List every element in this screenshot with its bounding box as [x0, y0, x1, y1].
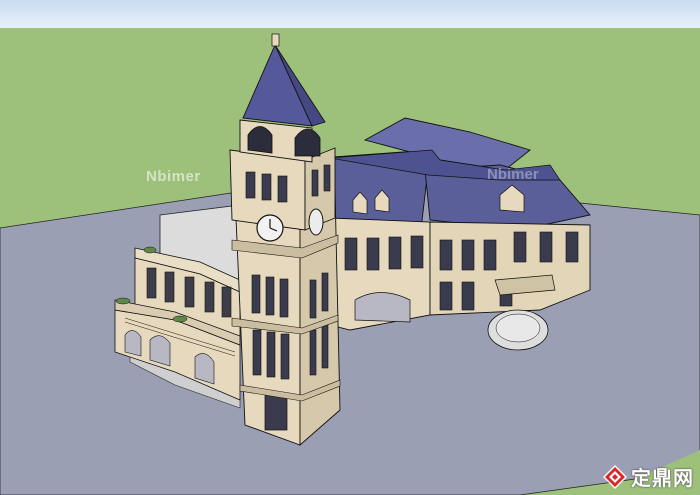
building-scene[interactable] [0, 0, 700, 495]
planter-mid [172, 315, 188, 323]
model-viewport[interactable]: Nbimer Nbimer 定鼎网 [0, 0, 700, 495]
planter-top [143, 246, 157, 254]
clock-face-side-icon [308, 208, 324, 236]
diamond-logo-icon [603, 464, 627, 489]
spire-finial [271, 33, 280, 47]
logo-text: 定鼎网 [631, 468, 694, 490]
entrance-step-inner [495, 313, 541, 343]
tower-door [264, 394, 288, 431]
center-arcade [354, 292, 411, 323]
sky-band [0, 0, 700, 28]
planter-left [115, 297, 131, 305]
site-logo: 定鼎网 [603, 462, 694, 491]
